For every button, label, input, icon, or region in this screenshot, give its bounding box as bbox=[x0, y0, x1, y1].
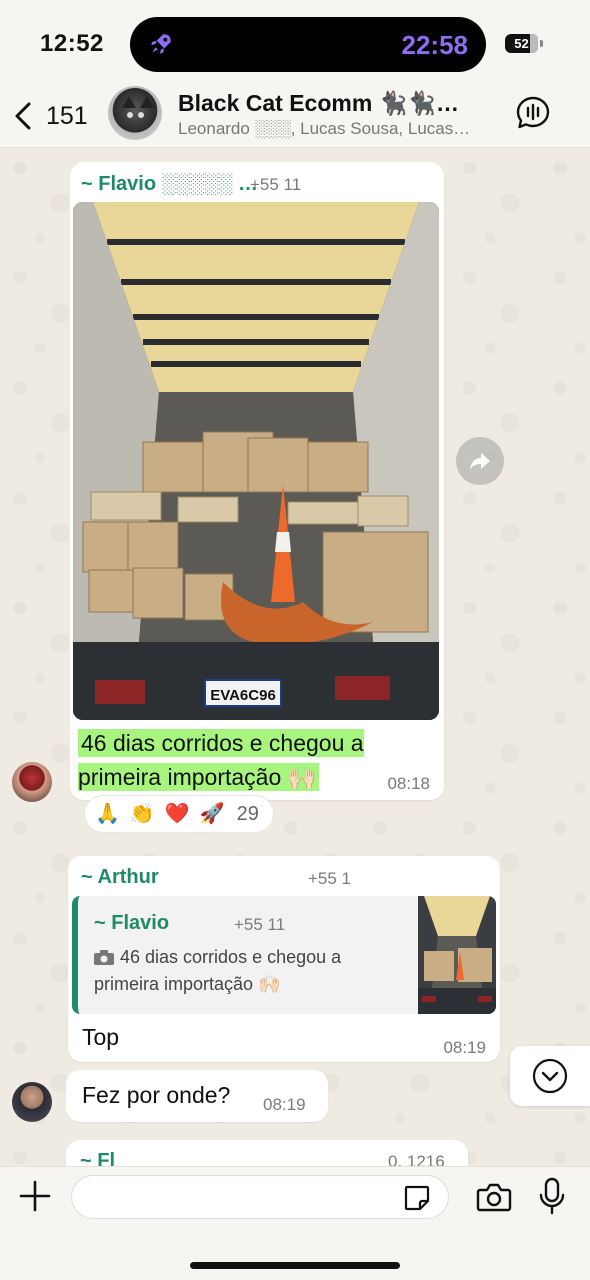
quoted-text: 46 dias corridos e chegou a primeira imp… bbox=[94, 947, 342, 994]
reaction-emoji: 🚀 bbox=[199, 803, 225, 825]
chat-title[interactable]: Black Cat Ecomm 🐈‍⬛🐈‍⬛… bbox=[178, 90, 459, 117]
message-sender[interactable]: ~ Arthur bbox=[81, 866, 159, 889]
back-button[interactable]: 151 bbox=[12, 96, 92, 136]
message-text-bubble[interactable]: Fez por onde? 08:19 bbox=[66, 1070, 328, 1122]
quoted-thumbnail bbox=[418, 896, 496, 1014]
sticker-icon[interactable] bbox=[402, 1183, 432, 1213]
forward-icon bbox=[470, 453, 490, 470]
message-reply-bubble[interactable]: ~ Arthur +55 1 ~ Flavio +55 11 46 dias c… bbox=[68, 856, 500, 1062]
chevron-down-circle-icon bbox=[532, 1058, 568, 1094]
reaction-count: 29 bbox=[236, 802, 259, 825]
sender-avatar[interactable] bbox=[12, 1082, 52, 1122]
message-text: Top bbox=[82, 1024, 120, 1050]
dynamic-island[interactable]: 22:58 bbox=[130, 17, 486, 72]
microphone-icon[interactable] bbox=[538, 1177, 566, 1215]
group-avatar[interactable] bbox=[108, 86, 162, 140]
truck-cargo-image: EVA6C96 bbox=[73, 202, 439, 720]
forward-button[interactable] bbox=[456, 437, 504, 485]
truck-photo[interactable]: EVA6C96 bbox=[73, 202, 439, 720]
message-text: Fez por onde? bbox=[82, 1082, 231, 1108]
plate-text: EVA6C96 bbox=[210, 687, 276, 704]
message-sender[interactable]: ~ Flavio ░░░░░ … bbox=[81, 173, 258, 196]
sender-phone: +55 1 bbox=[308, 869, 352, 888]
message-time: 08:19 bbox=[443, 1038, 486, 1057]
reaction-emoji: ❤️ bbox=[164, 803, 190, 825]
status-time: 12:52 bbox=[40, 30, 104, 57]
plus-icon[interactable] bbox=[18, 1179, 52, 1213]
status-bar: 12:52 22:58 52 bbox=[0, 0, 590, 86]
reaction-emoji: 👏 bbox=[129, 803, 155, 825]
quoted-phone: +55 11 bbox=[234, 915, 286, 934]
chat-members[interactable]: Leonardo ░░░, Lucas Sousa, Lucas… bbox=[178, 119, 470, 139]
sender-avatar[interactable] bbox=[12, 762, 52, 802]
voice-chat-icon[interactable] bbox=[514, 94, 552, 132]
message-caption: 46 dias corridos e chegou a primeira imp… bbox=[78, 726, 378, 794]
live-activity-timer: 22:58 bbox=[401, 30, 469, 60]
chevron-left-icon bbox=[15, 102, 31, 130]
home-indicator bbox=[190, 1262, 400, 1269]
message-input[interactable] bbox=[71, 1175, 449, 1219]
camera-small-icon bbox=[94, 950, 114, 965]
chat-header: 151 Black Cat Ecomm 🐈‍⬛🐈‍⬛… Leonardo ░░░… bbox=[0, 86, 590, 148]
reaction-emoji: 🙏 bbox=[95, 803, 120, 825]
unread-count: 151 bbox=[46, 101, 88, 130]
message-image-bubble[interactable]: ~ Flavio ░░░░░ … +55 11 EVA6C96 46 dias … bbox=[70, 162, 444, 800]
rocket-icon bbox=[151, 34, 171, 54]
scroll-to-bottom-button[interactable] bbox=[510, 1046, 590, 1106]
reactions-bar[interactable]: 🙏 👏 ❤️ 🚀 29 bbox=[84, 795, 274, 833]
quoted-message[interactable]: ~ Flavio +55 11 46 dias corridos e chego… bbox=[72, 896, 496, 1014]
message-time: 08:19 bbox=[263, 1095, 306, 1114]
message-time: 08:18 bbox=[387, 774, 430, 793]
sender-phone: +55 11 bbox=[250, 175, 302, 194]
quoted-sender: ~ Flavio bbox=[94, 912, 170, 934]
camera-icon[interactable] bbox=[476, 1181, 512, 1213]
quoted-text-row: 46 dias corridos e chegou a primeira imp… bbox=[94, 944, 394, 998]
caption-highlight: 46 dias corridos e chegou a primeira imp… bbox=[78, 729, 364, 791]
battery-indicator: 52 bbox=[505, 34, 543, 53]
